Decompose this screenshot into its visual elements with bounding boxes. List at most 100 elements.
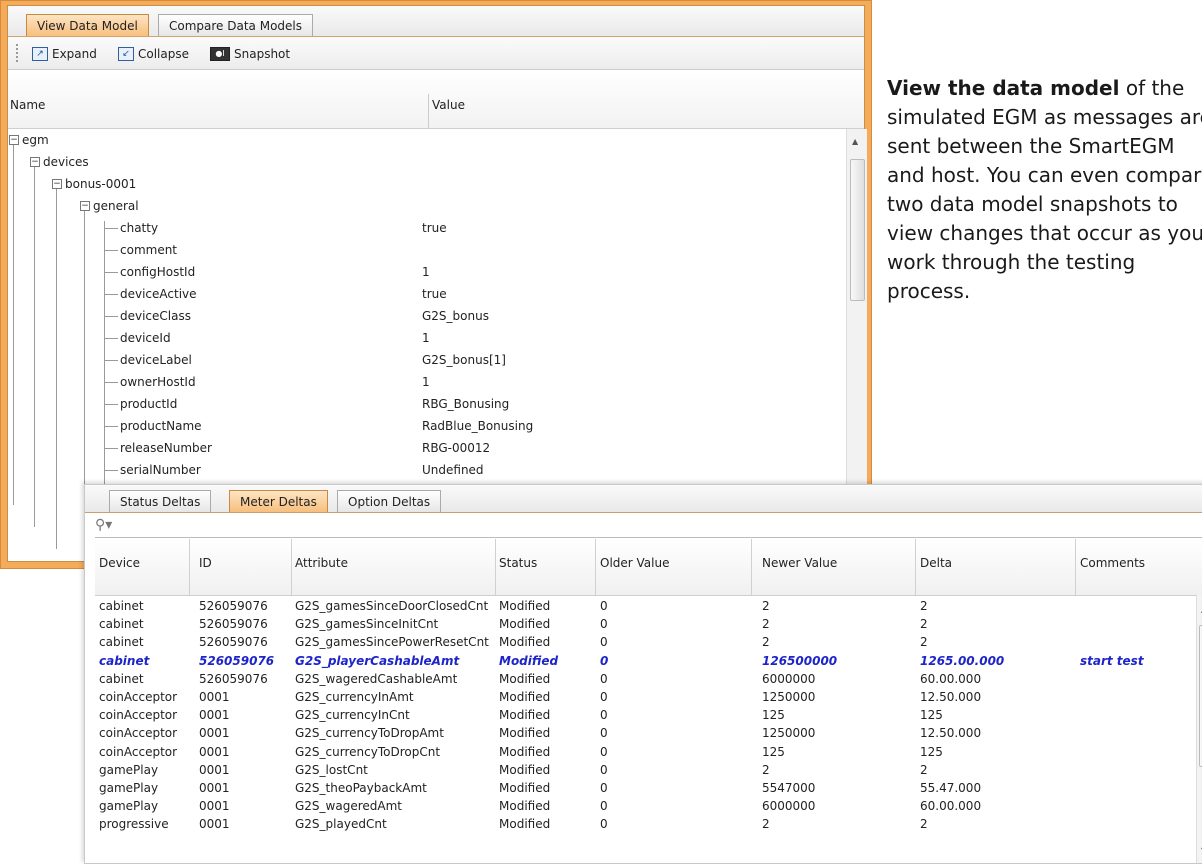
expand-button[interactable]: ↗ Expand: [32, 45, 97, 63]
property-name: configHostId: [120, 265, 196, 279]
tree-line: [104, 448, 118, 449]
table-row[interactable]: gamePlay 0001 G2S_lostCnt Modified 0 2 2: [95, 761, 1202, 779]
column-header-older-value[interactable]: Older Value: [600, 556, 669, 570]
cell-device: cabinet: [99, 671, 144, 686]
property-name: productName: [120, 419, 202, 433]
search-icon[interactable]: ⚲▾: [95, 517, 112, 533]
column-header-newer-value[interactable]: Newer Value: [762, 556, 837, 570]
tab-compare-data-models[interactable]: Compare Data Models: [158, 14, 313, 36]
column-divider[interactable]: [1075, 539, 1076, 595]
column-divider[interactable]: [428, 94, 429, 128]
tree-property-row[interactable]: ownerHostId 1: [8, 371, 846, 393]
table-row[interactable]: cabinet 526059076 G2S_gamesSinceDoorClosed…: [95, 597, 1202, 615]
expand-label: Expand: [52, 47, 97, 61]
collapse-toggle-icon[interactable]: −: [9, 135, 19, 145]
deltas-tabs: Status Deltas Meter Deltas Option Deltas: [85, 485, 1202, 513]
column-header-delta[interactable]: Delta: [920, 556, 952, 570]
collapse-toggle-icon[interactable]: −: [30, 157, 40, 167]
column-divider[interactable]: [595, 539, 596, 595]
data-model-toolbar: ↗ Expand ↙ Collapse ●I Snapshot: [8, 37, 864, 70]
table-row[interactable]: coinAcceptor 0001 G2S_currencyToDropAmt Mod…: [95, 724, 1202, 742]
column-divider[interactable]: [291, 539, 292, 595]
column-divider[interactable]: [189, 539, 190, 595]
tree-property-row[interactable]: comment: [8, 239, 846, 261]
cell-device: cabinet: [99, 599, 144, 613]
tree-property-row[interactable]: chatty true: [8, 217, 846, 239]
cell-newer: 1250000: [762, 690, 816, 704]
cell-older: 0: [600, 690, 608, 704]
table-row[interactable]: cabinet 526059076 G2S_gamesSinceInitCnt Mod…: [95, 615, 1202, 633]
tree-node-bonus-0001[interactable]: − bonus-0001: [8, 173, 846, 195]
cell-newer: 6000000: [762, 671, 816, 686]
table-row[interactable]: progressive 0001 G2S_playedCnt Modified 0 2 2: [95, 815, 1202, 833]
table-row[interactable]: coinAcceptor 0001 G2S_currencyInCnt Modifie…: [95, 706, 1202, 724]
tree-property-row[interactable]: deviceId 1: [8, 327, 846, 349]
tree-node-general[interactable]: − general: [8, 195, 846, 217]
collapse-toggle-icon[interactable]: −: [80, 201, 90, 211]
deltas-window: Status Deltas Meter Deltas Option Deltas…: [84, 484, 1202, 864]
property-value: G2S_bonus: [422, 309, 489, 323]
column-header-comments[interactable]: Comments: [1080, 556, 1145, 570]
cell-id: 526059076: [199, 671, 268, 686]
table-row[interactable]: gamePlay 0001 G2S_wageredAmt Modified 0 60000…: [95, 797, 1202, 815]
cell-attribute: G2S_currencyToDropCnt: [295, 744, 441, 759]
cell-id: 0001: [199, 781, 230, 795]
cell-newer: 125: [762, 744, 785, 759]
tree-property-row[interactable]: serialNumber Undefined: [8, 459, 846, 481]
cell-comments: start test: [1080, 653, 1144, 668]
tree-line: [104, 338, 118, 339]
cell-delta: 2: [920, 617, 928, 632]
column-divider[interactable]: [915, 539, 916, 595]
table-header: Device ID Attribute Status Older Value N…: [95, 539, 1202, 596]
description-heading: View the data model: [887, 76, 1120, 100]
tree-node-devices[interactable]: − devices: [8, 151, 846, 173]
cell-id: 0001: [199, 799, 230, 814]
tab-status-deltas[interactable]: Status Deltas: [109, 490, 212, 512]
cell-newer: 2: [762, 599, 770, 613]
table-row[interactable]: cabinet 526059076 G2S_wageredCashableAmt Mo…: [95, 670, 1202, 688]
property-name: deviceActive: [120, 287, 197, 301]
meter-deltas-table: Device ID Attribute Status Older Value N…: [95, 539, 1202, 863]
column-header-attribute[interactable]: Attribute: [295, 556, 348, 570]
tree-property-row[interactable]: deviceActive true: [8, 283, 846, 305]
tree-property-row[interactable]: productId RBG_Bonusing: [8, 393, 846, 415]
property-value: 1: [422, 331, 430, 345]
table-row[interactable]: cabinet 526059076 G2S_gamesSincePowerReset…: [95, 633, 1202, 651]
tree-node-label: bonus-0001: [65, 177, 137, 191]
tree-property-row[interactable]: productName RadBlue_Bonusing: [8, 415, 846, 437]
tree-node-egm[interactable]: − egm: [8, 129, 846, 151]
collapse-toggle-icon[interactable]: −: [52, 179, 62, 189]
tab-view-data-model[interactable]: View Data Model: [26, 14, 149, 36]
tree-property-row[interactable]: deviceLabel G2S_bonus[1]: [8, 349, 846, 371]
collapse-button[interactable]: ↙ Collapse: [118, 45, 189, 63]
property-value: RBG_Bonusing: [422, 397, 510, 411]
table-scrollbar[interactable]: ▲ ▼: [1196, 595, 1202, 863]
table-row[interactable]: gamePlay 0001 G2S_theoPaybackAmt Modified 0 5…: [95, 779, 1202, 797]
scroll-up-icon[interactable]: ▲: [852, 137, 858, 146]
cell-id: 526059076: [199, 599, 268, 613]
tab-meter-deltas[interactable]: Meter Deltas: [229, 490, 328, 512]
cell-id: 0001: [199, 690, 230, 704]
table-row[interactable]: coinAcceptor 0001 G2S_currencyToDropCnt Mod…: [95, 743, 1202, 761]
cell-delta: 2: [920, 635, 928, 650]
scrollbar-thumb[interactable]: [850, 159, 865, 301]
search-bar[interactable]: ⚲▾: [95, 515, 1202, 538]
column-divider[interactable]: [751, 539, 752, 595]
cell-status: Modified: [499, 799, 551, 814]
column-header-value[interactable]: Value: [432, 98, 465, 112]
table-row[interactable]: coinAcceptor 0001 G2S_currencyInAmt Modifie…: [95, 688, 1202, 706]
column-header-id[interactable]: ID: [199, 556, 212, 570]
table-row[interactable]: cabinet 526059076 G2S_playerCashableAmt Mod…: [95, 652, 1202, 670]
tab-option-deltas[interactable]: Option Deltas: [337, 490, 442, 512]
cell-status: Modified: [499, 690, 551, 704]
column-header-status[interactable]: Status: [499, 556, 537, 570]
toolbar-grip[interactable]: [16, 44, 20, 62]
snapshot-button[interactable]: ●I Snapshot: [210, 45, 290, 63]
column-header-device[interactable]: Device: [99, 556, 140, 570]
column-header-name[interactable]: Name: [10, 98, 45, 112]
property-value: RadBlue_Bonusing: [422, 419, 534, 433]
tree-property-row[interactable]: configHostId 1: [8, 261, 846, 283]
tree-property-row[interactable]: releaseNumber RBG-00012: [8, 437, 846, 459]
column-divider[interactable]: [495, 539, 496, 595]
tree-property-row[interactable]: deviceClass G2S_bonus: [8, 305, 846, 327]
